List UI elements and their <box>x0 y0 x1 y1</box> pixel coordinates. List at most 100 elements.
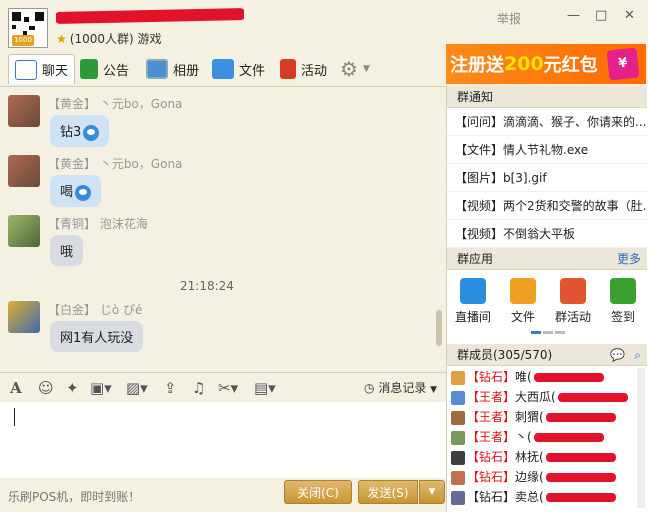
report-button[interactable]: 举报 <box>497 10 521 27</box>
more-apps-link[interactable]: 更多 <box>617 248 641 270</box>
right-panel: 群通知 【问问】滴滴滴、猴子、你请来的... 【文件】情人节礼物.exe 【图片… <box>446 86 648 512</box>
apps-pager[interactable] <box>531 331 565 334</box>
gift-icon[interactable]: ▣▾ <box>90 379 112 397</box>
member-row[interactable]: 【王者】大西瓜( <box>451 388 645 408</box>
sender-rank: 【黄金】 <box>48 97 97 111</box>
member-count-badge: 1000 <box>12 35 34 46</box>
notice-item[interactable]: 【问问】滴滴滴、猴子、你请来的... <box>447 108 647 136</box>
footer-ad-link[interactable]: 乐刷POS机，即时到账！ <box>8 488 140 505</box>
checkmark-icon <box>610 278 636 304</box>
folder-icon <box>510 278 536 304</box>
sender-name[interactable]: 泡沫花海 <box>100 217 148 231</box>
minimize-button[interactable]: — <box>567 8 580 23</box>
avatar[interactable] <box>8 95 40 127</box>
member-row[interactable]: 【钻石】边缘( <box>451 468 645 488</box>
chevron-down-icon: ▼ <box>362 64 370 74</box>
redaction-mark <box>56 7 244 24</box>
notice-item[interactable]: 【文件】情人节礼物.exe <box>447 136 647 164</box>
members-scrollbar[interactable] <box>637 368 645 508</box>
message-history-button[interactable]: ◷ 消息记录 ▼ <box>364 379 437 396</box>
sender-rank: 【青铜】 <box>48 217 97 231</box>
send-button[interactable]: 发送(S) <box>358 480 418 504</box>
apps-header: 群应用 更多 <box>447 248 647 270</box>
avatar[interactable] <box>8 155 40 187</box>
message-bubble: 钻3 <box>50 115 110 147</box>
send-options-button[interactable]: ▼ <box>419 480 445 504</box>
tab-chat[interactable]: 聊天 <box>8 54 76 84</box>
sender-name[interactable]: 丶元bo，Gona <box>100 157 183 171</box>
member-row[interactable]: 【王者】刺猬( <box>451 408 645 428</box>
search-icon[interactable]: ⌕ <box>634 344 641 366</box>
message-timestamp: 21:18:24 <box>180 279 234 293</box>
live-room-icon <box>460 278 486 304</box>
group-avatar[interactable]: 1000 <box>8 8 48 48</box>
chevron-down-icon: ▼ <box>430 385 438 395</box>
activity-flag-icon <box>280 59 296 79</box>
message-input[interactable] <box>0 402 446 478</box>
group-category[interactable]: 游戏 <box>138 32 162 46</box>
message-bubble: 哦 <box>50 235 84 266</box>
star-icon: ★ <box>56 32 67 46</box>
maximize-button[interactable]: □ <box>595 8 607 23</box>
close-button[interactable]: 关闭(C) <box>284 480 352 504</box>
image-icon[interactable]: ▨▾ <box>126 379 148 397</box>
folder-icon <box>212 59 234 79</box>
member-avatar <box>451 370 465 385</box>
notice-item[interactable]: 【视频】不倒翁大平板 <box>447 220 647 248</box>
notices-header: 群通知 <box>447 86 647 108</box>
chevron-down-icon: ▼ <box>428 487 436 497</box>
member-row[interactable]: 【钻石】唯( <box>451 368 645 388</box>
sender-rank: 【黄金】 <box>48 157 97 171</box>
redaction-mark <box>545 453 616 462</box>
emoji-icon[interactable]: ☺ <box>38 379 54 397</box>
redaction-mark <box>557 393 628 402</box>
text-caret <box>14 408 15 426</box>
member-avatar <box>451 450 465 465</box>
app-group-activity[interactable]: 群活动 <box>553 278 593 325</box>
notice-item[interactable]: 【视频】两个2货和交警的故事（肚... <box>447 192 647 220</box>
message-bubble: 喝 <box>50 175 102 207</box>
sender-name[interactable]: 丶元bo，Gona <box>100 97 183 111</box>
scissors-icon[interactable]: ✂▾ <box>218 379 238 397</box>
tab-announcement[interactable]: 公告 <box>74 54 135 84</box>
sender-name[interactable]: じò ぴé <box>100 303 143 317</box>
red-packet-banner[interactable]: 注册送 200 元红包 ¥ <box>446 44 646 84</box>
members-header: 群成员(305/570) 💬 ⌕ <box>447 344 647 366</box>
scrollbar-thumb[interactable] <box>436 310 442 346</box>
flag-icon <box>80 59 98 79</box>
gear-icon: ⚙ <box>340 57 358 81</box>
doraemon-icon <box>75 184 92 201</box>
settings-menu-button[interactable]: ⚙ ▼ <box>334 54 376 84</box>
font-icon[interactable]: A <box>10 379 22 397</box>
avatar[interactable] <box>8 215 40 247</box>
notice-item[interactable]: 【图片】b[3].gif <box>447 164 647 192</box>
chat-scrollbar[interactable] <box>434 88 444 368</box>
clock-icon: ◷ <box>364 381 375 395</box>
chat-bubble-icon[interactable]: 💬 <box>610 344 625 366</box>
upload-icon[interactable]: ⇪ <box>164 379 177 397</box>
tab-activity[interactable]: 活动 <box>274 54 333 84</box>
sender-rank: 【白金】 <box>48 303 97 317</box>
member-row[interactable]: 【钻石】卖总( <box>451 488 645 508</box>
close-window-button[interactable]: ✕ <box>624 8 635 23</box>
member-row[interactable]: 【钻石】林抚( <box>451 448 645 468</box>
tab-files[interactable]: 文件 <box>206 54 271 84</box>
app-files[interactable]: 文件 <box>503 278 543 325</box>
input-toolbar: A ☺ ✦ ▣▾ ▨▾ ⇪ ♫ ✂▾ ▤▾ ◷ 消息记录 ▼ <box>0 372 446 402</box>
member-row[interactable]: 【王者】丶( <box>451 428 645 448</box>
music-icon[interactable]: ♫ <box>192 379 205 397</box>
member-avatar <box>451 470 465 485</box>
avatar[interactable] <box>8 301 40 333</box>
app-live-room[interactable]: 直播间 <box>453 278 493 325</box>
magic-icon[interactable]: ✦ <box>66 379 79 397</box>
group-name[interactable] <box>56 6 244 24</box>
chat-icon <box>15 59 37 80</box>
chat-history[interactable]: 【黄金】 丶元bo，Gona 钻3 【黄金】 丶元bo，Gona 喝 【青铜】 … <box>0 86 446 370</box>
redaction-mark <box>533 433 604 442</box>
member-avatar <box>451 390 465 405</box>
message-bubble: 网1有人玩没 <box>50 321 144 352</box>
redaction-mark <box>545 413 616 422</box>
tab-album[interactable]: 相册 <box>140 54 205 84</box>
app-check-in[interactable]: 签到 <box>603 278 643 325</box>
more-tools-icon[interactable]: ▤▾ <box>254 379 276 397</box>
